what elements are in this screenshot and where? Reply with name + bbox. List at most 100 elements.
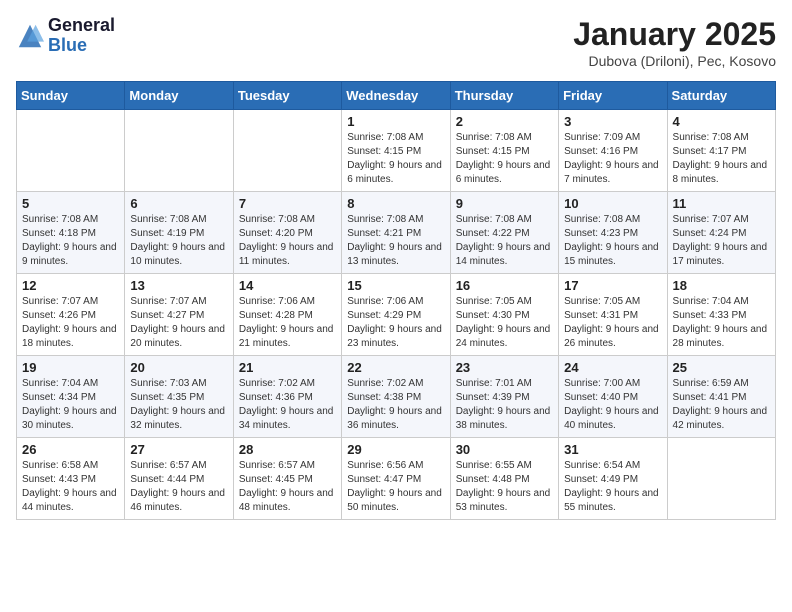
- calendar-cell: 4Sunrise: 7:08 AM Sunset: 4:17 PM Daylig…: [667, 110, 775, 192]
- day-number: 19: [22, 360, 119, 375]
- day-number: 8: [347, 196, 444, 211]
- calendar-cell: 27 Sunrise: 6:57 AM Sunset: 4:44 PM Dayli…: [125, 438, 233, 520]
- day-info: Sunrise: 7:08 AM Sunset: 4:22 PM Dayligh…: [456, 213, 553, 269]
- calendar-cell: 7 Sunrise: 7:08 AM Sunset: 4:20 PM Daylig…: [233, 192, 341, 274]
- calendar-header-row: SundayMondayTuesdayWednesdayThursdayFrid…: [17, 82, 776, 110]
- day-number: 2: [456, 114, 553, 129]
- calendar-week-row: 12 Sunrise: 7:07 AM Sunset: 4:26 PM Dayli…: [17, 274, 776, 356]
- day-number: 30: [456, 442, 553, 457]
- day-info: Sunrise: 6:57 AM Sunset: 4:45 PM Dayligh…: [239, 459, 336, 515]
- day-info: Sunrise: 7:07 AM Sunset: 4:26 PM Dayligh…: [22, 295, 119, 351]
- day-info: Sunrise: 6:59 AM Sunset: 4:41 PM Dayligh…: [673, 377, 770, 433]
- day-info: Sunrise: 7:08 AM Sunset: 4:21 PM Dayligh…: [347, 213, 444, 269]
- day-of-week-friday: Friday: [559, 82, 667, 110]
- day-number: 20: [130, 360, 227, 375]
- day-info: Sunrise: 6:55 AM Sunset: 4:48 PM Dayligh…: [456, 459, 553, 515]
- day-info: Sunrise: 7:01 AM Sunset: 4:39 PM Dayligh…: [456, 377, 553, 433]
- calendar-cell: 2 Sunrise: 7:08 AM Sunset: 4:15 PM Daylig…: [450, 110, 558, 192]
- calendar-cell: 15 Sunrise: 7:06 AM Sunset: 4:29 PM Dayli…: [342, 274, 450, 356]
- day-info: Sunrise: 7:04 AM Sunset: 4:34 PM Dayligh…: [22, 377, 119, 433]
- day-info: Sunrise: 7:05 AM Sunset: 4:31 PM Dayligh…: [564, 295, 661, 351]
- day-of-week-saturday: Saturday: [667, 82, 775, 110]
- calendar-cell: 1 Sunrise: 7:08 AM Sunset: 4:15 PM Daylig…: [342, 110, 450, 192]
- day-info: Sunrise: 7:08 AM Sunset: 4:19 PM Dayligh…: [130, 213, 227, 269]
- day-of-week-monday: Monday: [125, 82, 233, 110]
- calendar-cell: 20 Sunrise: 7:03 AM Sunset: 4:35 PM Dayli…: [125, 356, 233, 438]
- day-info: Sunrise: 7:05 AM Sunset: 4:30 PM Dayligh…: [456, 295, 553, 351]
- day-info: Sunrise: 7:02 AM Sunset: 4:38 PM Dayligh…: [347, 377, 444, 433]
- day-number: 29: [347, 442, 444, 457]
- calendar-cell: 26 Sunrise: 6:58 AM Sunset: 4:43 PM Dayli…: [17, 438, 125, 520]
- logo-text: General Blue: [48, 16, 115, 56]
- calendar-cell: 17Sunrise: 7:05 AM Sunset: 4:31 PM Dayli…: [559, 274, 667, 356]
- calendar-cell: 24Sunrise: 7:00 AM Sunset: 4:40 PM Dayli…: [559, 356, 667, 438]
- calendar-cell: 16 Sunrise: 7:05 AM Sunset: 4:30 PM Dayli…: [450, 274, 558, 356]
- day-number: 13: [130, 278, 227, 293]
- day-info: Sunrise: 7:08 AM Sunset: 4:15 PM Dayligh…: [456, 131, 553, 187]
- day-number: 14: [239, 278, 336, 293]
- day-info: Sunrise: 7:02 AM Sunset: 4:36 PM Dayligh…: [239, 377, 336, 433]
- day-number: 6: [130, 196, 227, 211]
- calendar-cell: 25 Sunrise: 6:59 AM Sunset: 4:41 PM Dayli…: [667, 356, 775, 438]
- calendar-cell: 3Sunrise: 7:09 AM Sunset: 4:16 PM Daylig…: [559, 110, 667, 192]
- day-number: 28: [239, 442, 336, 457]
- day-info: Sunrise: 7:03 AM Sunset: 4:35 PM Dayligh…: [130, 377, 227, 433]
- location: Dubova (Driloni), Pec, Kosovo: [573, 53, 776, 69]
- day-of-week-tuesday: Tuesday: [233, 82, 341, 110]
- day-number: 21: [239, 360, 336, 375]
- day-info: Sunrise: 6:54 AM Sunset: 4:49 PM Dayligh…: [564, 459, 661, 515]
- day-number: 25: [673, 360, 770, 375]
- calendar-week-row: 19 Sunrise: 7:04 AM Sunset: 4:34 PM Dayli…: [17, 356, 776, 438]
- day-of-week-wednesday: Wednesday: [342, 82, 450, 110]
- day-info: Sunrise: 7:08 AM Sunset: 4:17 PM Dayligh…: [673, 131, 770, 187]
- day-info: Sunrise: 6:57 AM Sunset: 4:44 PM Dayligh…: [130, 459, 227, 515]
- day-info: Sunrise: 7:06 AM Sunset: 4:29 PM Dayligh…: [347, 295, 444, 351]
- day-number: 7: [239, 196, 336, 211]
- calendar-cell: 8 Sunrise: 7:08 AM Sunset: 4:21 PM Daylig…: [342, 192, 450, 274]
- day-number: 1: [347, 114, 444, 129]
- day-info: Sunrise: 7:06 AM Sunset: 4:28 PM Dayligh…: [239, 295, 336, 351]
- day-number: 9: [456, 196, 553, 211]
- day-number: 26: [22, 442, 119, 457]
- day-info: Sunrise: 7:07 AM Sunset: 4:27 PM Dayligh…: [130, 295, 227, 351]
- logo-icon: [16, 22, 44, 50]
- calendar-cell: 23 Sunrise: 7:01 AM Sunset: 4:39 PM Dayli…: [450, 356, 558, 438]
- month-title: January 2025: [573, 16, 776, 53]
- logo: General Blue: [16, 16, 115, 56]
- calendar-cell: 14 Sunrise: 7:06 AM Sunset: 4:28 PM Dayli…: [233, 274, 341, 356]
- logo-blue: Blue: [48, 36, 115, 56]
- day-number: 22: [347, 360, 444, 375]
- calendar-cell: [125, 110, 233, 192]
- day-number: 12: [22, 278, 119, 293]
- calendar-week-row: 26 Sunrise: 6:58 AM Sunset: 4:43 PM Dayli…: [17, 438, 776, 520]
- day-number: 16: [456, 278, 553, 293]
- calendar-cell: 6 Sunrise: 7:08 AM Sunset: 4:19 PM Daylig…: [125, 192, 233, 274]
- calendar-table: SundayMondayTuesdayWednesdayThursdayFrid…: [16, 81, 776, 520]
- day-number: 10: [564, 196, 661, 211]
- day-info: Sunrise: 6:58 AM Sunset: 4:43 PM Dayligh…: [22, 459, 119, 515]
- day-info: Sunrise: 7:07 AM Sunset: 4:24 PM Dayligh…: [673, 213, 770, 269]
- day-number: 23: [456, 360, 553, 375]
- day-info: Sunrise: 6:56 AM Sunset: 4:47 PM Dayligh…: [347, 459, 444, 515]
- calendar-cell: 13 Sunrise: 7:07 AM Sunset: 4:27 PM Dayli…: [125, 274, 233, 356]
- day-number: 11: [673, 196, 770, 211]
- calendar-cell: [17, 110, 125, 192]
- day-number: 18: [673, 278, 770, 293]
- day-info: Sunrise: 7:08 AM Sunset: 4:15 PM Dayligh…: [347, 131, 444, 187]
- page-header: General Blue January 2025 Dubova (Drilon…: [16, 16, 776, 69]
- title-block: January 2025 Dubova (Driloni), Pec, Koso…: [573, 16, 776, 69]
- calendar-cell: 22 Sunrise: 7:02 AM Sunset: 4:38 PM Dayli…: [342, 356, 450, 438]
- day-info: Sunrise: 7:08 AM Sunset: 4:23 PM Dayligh…: [564, 213, 661, 269]
- calendar-cell: 12 Sunrise: 7:07 AM Sunset: 4:26 PM Dayli…: [17, 274, 125, 356]
- day-info: Sunrise: 7:09 AM Sunset: 4:16 PM Dayligh…: [564, 131, 661, 187]
- calendar-cell: [233, 110, 341, 192]
- day-number: 27: [130, 442, 227, 457]
- calendar-cell: [667, 438, 775, 520]
- day-number: 5: [22, 196, 119, 211]
- calendar-cell: 9 Sunrise: 7:08 AM Sunset: 4:22 PM Daylig…: [450, 192, 558, 274]
- calendar-cell: 10 Sunrise: 7:08 AM Sunset: 4:23 PM Dayli…: [559, 192, 667, 274]
- day-number: 15: [347, 278, 444, 293]
- day-info: Sunrise: 7:08 AM Sunset: 4:20 PM Dayligh…: [239, 213, 336, 269]
- day-number: 24: [564, 360, 661, 375]
- calendar-cell: 21 Sunrise: 7:02 AM Sunset: 4:36 PM Dayli…: [233, 356, 341, 438]
